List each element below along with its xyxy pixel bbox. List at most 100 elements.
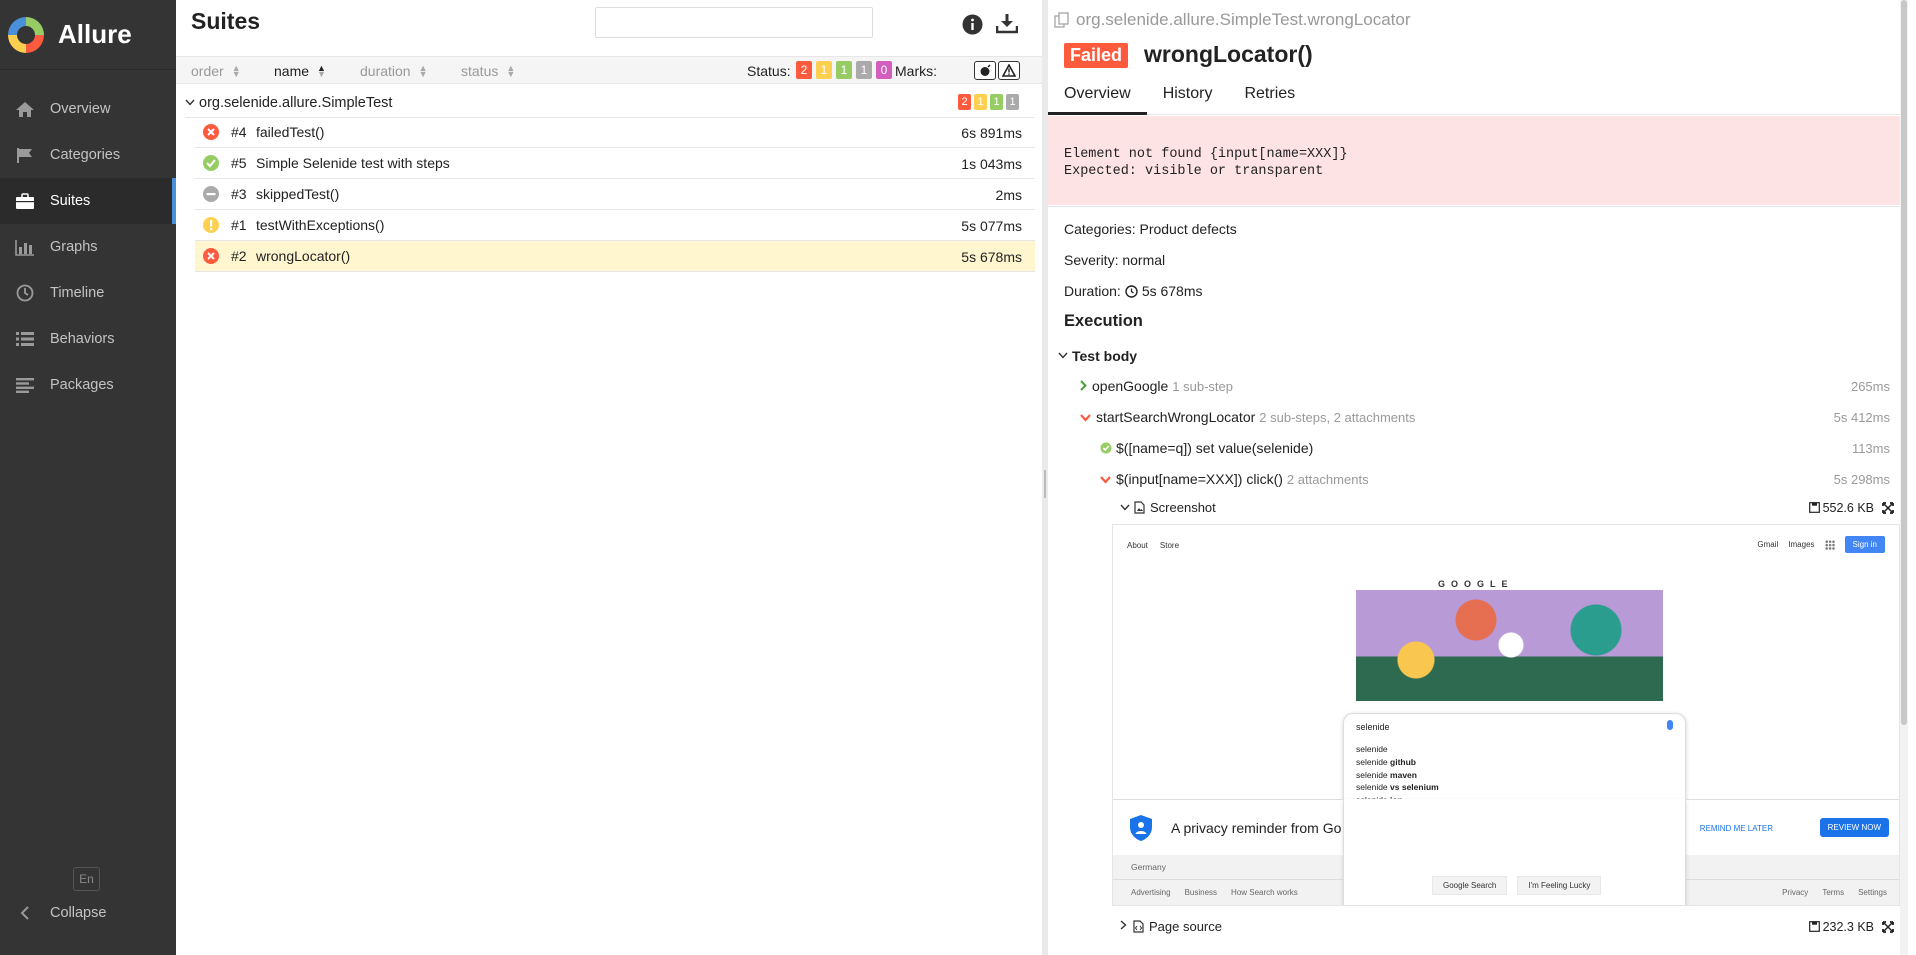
apps-grid-icon xyxy=(1824,539,1835,550)
sidebar-item-label: Packages xyxy=(50,377,114,393)
tab-retries[interactable]: Retries xyxy=(1228,80,1311,115)
google-top-links: About Store xyxy=(1127,541,1179,550)
count-failed: 2 xyxy=(958,94,971,110)
status-filter-passed[interactable]: 1 xyxy=(836,61,852,79)
test-full-path[interactable]: org.selenide.allure.SimpleTest.wrongLoca… xyxy=(1054,10,1411,30)
test-row[interactable]: #5 Simple Selenide test with steps 1s 04… xyxy=(195,148,1035,179)
attachment-screenshot[interactable]: Screenshot 552.6 KB xyxy=(1120,500,1900,515)
step-start-search[interactable]: startSearchWrongLocator 2 sub-steps, 2 a… xyxy=(1080,409,1900,425)
expand-icon[interactable] xyxy=(1882,501,1894,514)
test-name: skippedTest() xyxy=(256,186,340,202)
step-set-value[interactable]: $([name=q]) set value(selenide) 113ms xyxy=(1100,440,1900,456)
test-number: #4 xyxy=(231,124,247,140)
chevron-right-icon xyxy=(1080,379,1087,394)
sort-label: order xyxy=(191,63,224,79)
sidebar-item-timeline[interactable]: Timeline xyxy=(0,270,176,316)
sort-label: name xyxy=(274,63,310,79)
collapse-button[interactable]: Collapse xyxy=(14,904,106,922)
mark-new-failed-button[interactable] xyxy=(998,61,1020,80)
test-duration: 5s 077ms xyxy=(961,218,1022,234)
sidebar-item-label: Behaviors xyxy=(50,331,115,347)
suites-panel: Suites order ▲ ▼ name ▲ ▼ duration ▲ ▼ stat… xyxy=(176,0,1042,955)
google-buttons: Google Search I'm Feeling Lucky xyxy=(1432,876,1602,895)
info-icon[interactable] xyxy=(962,14,983,35)
attachment-name: Page source xyxy=(1149,919,1222,934)
step-duration: 265ms xyxy=(1850,378,1890,394)
allure-logo-icon xyxy=(8,16,44,53)
tab-history[interactable]: History xyxy=(1147,80,1229,115)
image-file-icon xyxy=(1134,501,1145,514)
microphone-icon xyxy=(1667,720,1673,730)
sort-order[interactable]: order ▲ ▼ xyxy=(191,63,241,79)
mark-flaky-button[interactable] xyxy=(974,61,996,80)
step-duration: 5s 412ms xyxy=(1833,409,1890,425)
app-name: Allure xyxy=(58,19,132,49)
copy-icon xyxy=(1054,12,1069,28)
sort-arrows-icon: ▲ ▼ xyxy=(231,63,241,79)
search-input[interactable] xyxy=(595,7,873,38)
suggestion: selenide github xyxy=(1356,756,1416,767)
test-body-toggle[interactable]: Test body xyxy=(1058,348,1137,364)
download-icon[interactable] xyxy=(996,12,1018,34)
screenshot-preview[interactable]: About Store Gmail Images Sign in GOOGLE … xyxy=(1112,524,1900,906)
error-message: Element not found {input[name=XXX]} Expec… xyxy=(1048,116,1900,205)
scrollbar-thumb[interactable] xyxy=(1901,0,1907,725)
sort-name[interactable]: name ▲ ▼ xyxy=(274,63,326,79)
test-number: #5 xyxy=(231,155,247,171)
expand-icon[interactable] xyxy=(1882,920,1894,933)
marks-filter-label: Marks: xyxy=(895,63,937,79)
sidebar-item-categories[interactable]: Categories xyxy=(0,132,176,178)
count-passed: 1 xyxy=(990,94,1003,110)
test-duration: 6s 891ms xyxy=(961,125,1022,141)
status-filter-broken[interactable]: 1 xyxy=(816,61,832,79)
tab-overview[interactable]: Overview xyxy=(1048,80,1147,115)
sidebar-item-suites[interactable]: Suites xyxy=(0,178,176,224)
file-code-icon xyxy=(1133,920,1144,933)
step-meta: 1 sub-step xyxy=(1172,378,1233,394)
doodle-image xyxy=(1356,590,1663,701)
language-selector[interactable]: En xyxy=(73,867,100,891)
attachment-size: 232.3 KB xyxy=(1808,920,1874,934)
step-duration: 113ms xyxy=(1851,440,1890,456)
sort-status[interactable]: status ▲ ▼ xyxy=(461,63,515,79)
status-filter-failed[interactable]: 2 xyxy=(796,61,812,79)
sidebar-item-label: Suites xyxy=(50,193,91,209)
test-row[interactable]: #1 testWithExceptions() 5s 077ms xyxy=(195,210,1035,241)
test-row[interactable]: #3 skippedTest() 2ms xyxy=(195,179,1035,210)
step-name: startSearchWrongLocator xyxy=(1096,409,1256,425)
sidebar-item-graphs[interactable]: Graphs xyxy=(0,224,176,270)
briefcase-icon xyxy=(14,192,36,210)
sidebar-item-label: Graphs xyxy=(50,239,98,255)
scrollbar[interactable] xyxy=(1900,0,1908,955)
sort-label: status xyxy=(461,63,499,79)
attachment-size: 552.6 KB xyxy=(1808,501,1874,515)
brand[interactable]: Allure xyxy=(0,0,176,70)
step-open-google[interactable]: openGoogle 1 sub-step 265ms xyxy=(1080,378,1900,394)
test-duration: 2ms xyxy=(995,187,1022,203)
chevron-right-icon xyxy=(1120,920,1127,933)
footer-link: Settings xyxy=(1858,888,1887,897)
test-row[interactable]: #4 failedTest() 6s 891ms xyxy=(195,117,1035,148)
search-query: selenide xyxy=(1356,722,1390,732)
test-duration: 5s 678ms xyxy=(961,249,1022,265)
sidebar-item-packages[interactable]: Packages xyxy=(0,362,176,408)
footer-left-links: Advertising Business How Search works xyxy=(1131,888,1298,897)
list-icon xyxy=(14,330,36,348)
doodle-title: GOOGLE xyxy=(1438,579,1514,589)
collapse-label: Collapse xyxy=(50,905,107,921)
status-filter: 2 1 1 1 0 xyxy=(796,61,896,79)
suite-group-row[interactable]: org.selenide.allure.SimpleTest 2 1 1 1 xyxy=(185,88,1035,118)
status-badge: Failed xyxy=(1064,43,1129,68)
attachment-page-source[interactable]: Page source 232.3 KB xyxy=(1120,919,1900,934)
chevron-down-icon xyxy=(1100,472,1111,487)
sidebar-item-overview[interactable]: Overview xyxy=(0,86,176,132)
test-row-selected[interactable]: #2 wrongLocator() 5s 678ms xyxy=(195,241,1035,272)
status-filter-skipped[interactable]: 1 xyxy=(856,61,872,79)
sort-duration[interactable]: duration ▲ ▼ xyxy=(360,63,428,79)
test-name: wrongLocator() xyxy=(256,248,351,264)
status-filter-unknown[interactable]: 0 xyxy=(876,61,892,79)
test-name: testWithExceptions() xyxy=(256,217,385,233)
sidebar-item-label: Timeline xyxy=(50,285,105,301)
step-click[interactable]: $(input[name=XXX]) click() 2 attachments… xyxy=(1100,471,1900,487)
sidebar-item-behaviors[interactable]: Behaviors xyxy=(0,316,176,362)
